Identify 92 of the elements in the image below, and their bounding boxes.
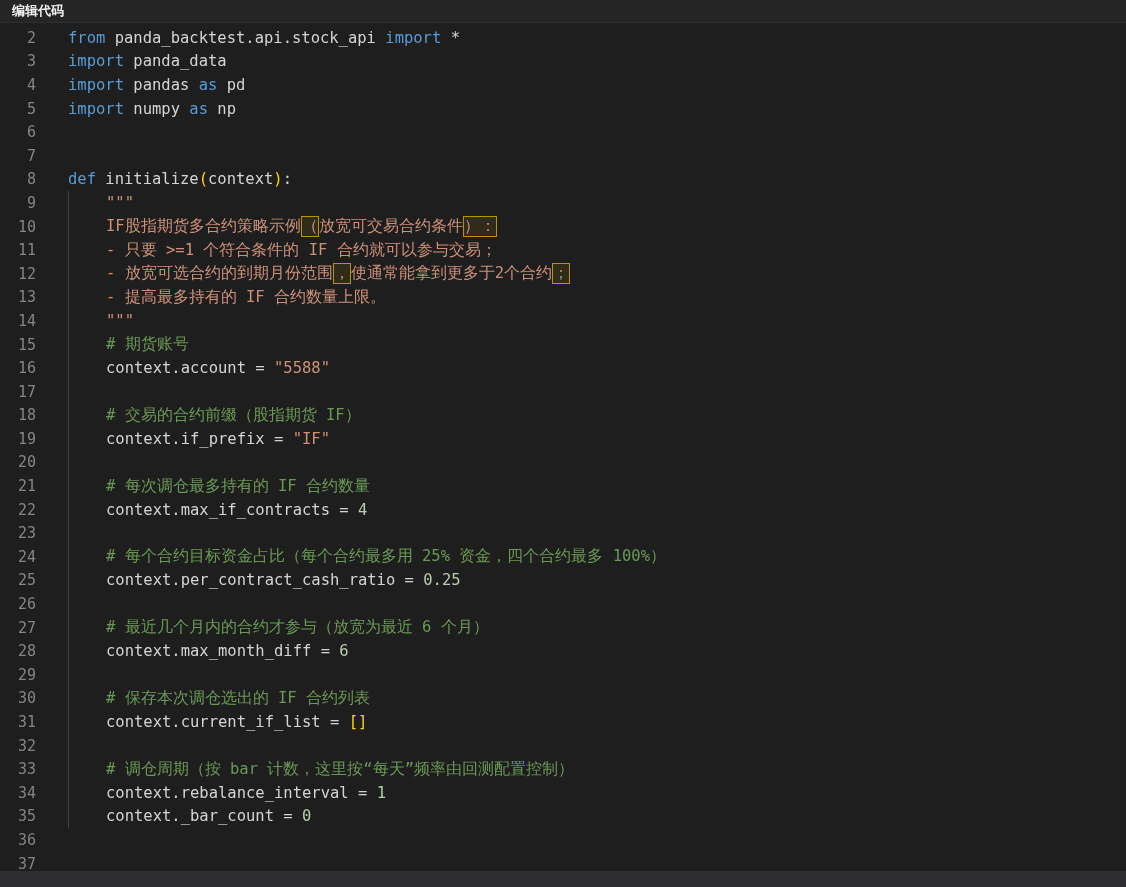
code-string: 放宽可交易合约条件 — [318, 216, 463, 238]
code-keyword: def — [68, 170, 96, 189]
line-number: 8 — [25, 170, 36, 189]
line-number: 14 — [16, 311, 36, 330]
code-keyword: import — [68, 52, 124, 71]
line-number: 16 — [16, 359, 36, 378]
code-text: panda_backtest.api.stock_api — [113, 28, 377, 47]
code-comment: # 最近几个月内的合约才参与（放宽为最近 6 个月） — [106, 617, 489, 639]
code-number: 4 — [357, 500, 368, 519]
line-number: 31 — [16, 713, 36, 731]
line-number: 33 — [16, 760, 36, 779]
code-string: 使通常能拿到更多于2个合约 — [350, 263, 552, 285]
code-string: - 放宽可选合约的到期月份范围 — [106, 263, 333, 285]
line-number: 27 — [16, 618, 36, 637]
code-text: context.max_month_diff = — [106, 642, 331, 661]
line-number: 37 — [16, 854, 36, 871]
code-number: 6 — [339, 642, 349, 661]
code-comment: # 交易的合约前缀（股指期货 IF） — [106, 404, 361, 426]
code-number: 1 — [376, 783, 386, 802]
highlighted-character: ， — [332, 263, 351, 285]
code-string: - 只要 >=1 个符合条件的 IF 合约就可以参与交易； — [106, 239, 497, 261]
line-number: 15 — [16, 335, 36, 354]
line-number: 35 — [16, 807, 36, 826]
line-number: 22 — [16, 500, 36, 519]
line-number: 11 — [16, 241, 36, 260]
code-number: 0 — [301, 807, 312, 826]
line-number: 12 — [16, 264, 36, 283]
code-string: """ — [106, 311, 134, 330]
line-number: 19 — [16, 429, 36, 448]
code-number: 0.25 — [423, 571, 461, 590]
code-keyword: import — [385, 28, 442, 47]
code-bracket: ) — [273, 170, 283, 189]
code-text: context — [208, 170, 274, 189]
line-number: 34 — [16, 783, 36, 802]
code-string: "IF" — [292, 429, 330, 448]
code-text: panda_data — [132, 52, 227, 71]
line-number: 10 — [16, 217, 36, 236]
line-number: 29 — [16, 665, 36, 684]
line-number: 32 — [16, 736, 36, 755]
code-text: context.account = — [106, 359, 266, 378]
line-number: 21 — [16, 477, 36, 496]
code-comment: # 保存本次调仓选出的 IF 合约列表 — [106, 687, 370, 709]
line-number: 36 — [16, 831, 36, 849]
window-title: 编辑代码 — [12, 2, 64, 20]
highlighted-character: ； — [552, 263, 570, 285]
code-keyword: as — [189, 99, 208, 118]
line-number: 6 — [25, 123, 36, 142]
code-comment: # 每个合约目标资金占比（每个合约最多用 25% 资金，四个合约最多 100%） — [106, 546, 666, 568]
line-number: 7 — [25, 146, 36, 165]
code-text: * — [449, 28, 460, 47]
line-number: 3 — [25, 52, 36, 71]
code-text: pd — [225, 76, 246, 94]
line-number: 24 — [16, 547, 36, 566]
code-string: "5588" — [274, 359, 330, 378]
line-number: 26 — [16, 595, 36, 614]
line-number: 30 — [16, 689, 36, 708]
code-comment: # 期货账号 — [106, 334, 189, 355]
code-comment: # 调仓周期（按 bar 计数，这里按“每天”频率由回测配置控制） — [106, 758, 574, 780]
code-text: : — [282, 170, 292, 189]
code-string: - 提高最多持有的 IF 合约数量上限。 — [106, 286, 386, 308]
line-number: 5 — [25, 99, 36, 118]
line-number: 2 — [25, 28, 36, 47]
code-text: context.current_if_list = — [106, 713, 341, 731]
code-text: context._bar_count = — [106, 807, 294, 826]
code-bracket: [] — [348, 713, 368, 731]
code-bracket: ( — [198, 170, 208, 189]
code-text: initialize — [104, 170, 199, 189]
line-number: 25 — [16, 571, 36, 590]
line-number: 9 — [25, 193, 36, 212]
code-keyword: as — [198, 76, 218, 94]
line-number: 4 — [25, 76, 36, 94]
code-string: """ — [106, 193, 134, 212]
code-text: context.max_if_contracts = — [106, 500, 350, 519]
code-text: context.if_prefix = — [106, 429, 285, 448]
line-number: 20 — [16, 453, 36, 472]
code-text: numpy — [132, 99, 181, 118]
code-keyword: import — [68, 99, 124, 118]
code-text: context.rebalance_interval = — [106, 783, 369, 802]
code-string: IF股指期货多合约策略示例 — [106, 216, 301, 238]
code-text: np — [216, 99, 236, 118]
line-number: 13 — [16, 288, 36, 307]
code-text: context.per_contract_cash_ratio = — [106, 571, 415, 590]
line-number: 28 — [16, 642, 36, 661]
highlighted-character: ）： — [462, 216, 497, 238]
highlighted-character: （ — [300, 216, 319, 238]
line-number: 18 — [16, 406, 36, 425]
code-comment: # 每次调仓最多持有的 IF 合约数量 — [106, 475, 370, 497]
code-keyword: from — [68, 28, 106, 47]
code-keyword: import — [68, 76, 124, 94]
line-number: 23 — [16, 524, 36, 543]
code-text: pandas — [132, 76, 191, 94]
line-number: 17 — [16, 382, 36, 401]
